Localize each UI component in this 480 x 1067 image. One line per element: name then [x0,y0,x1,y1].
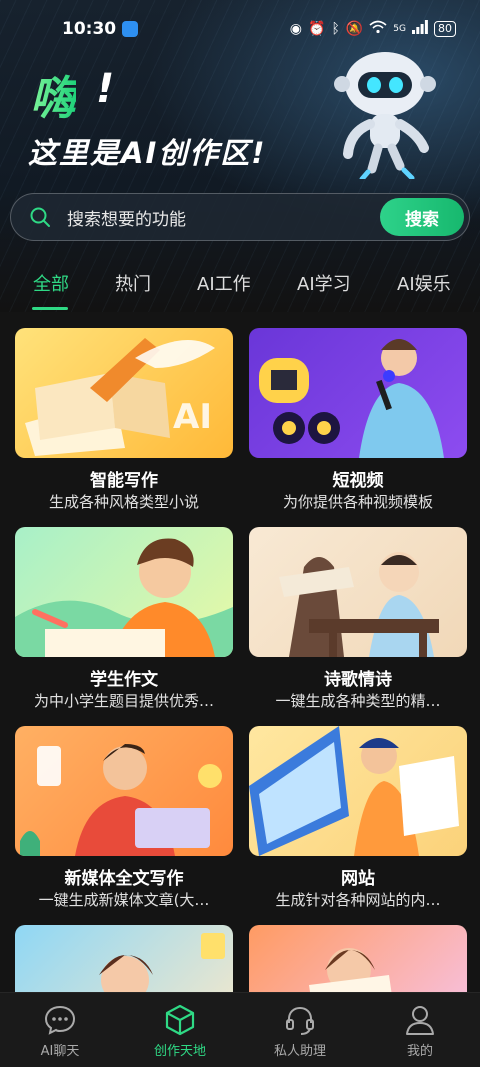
hero-subtitle: 这里是AI创作区! [28,136,267,170]
presenter-illustration [259,339,444,458]
headset-icon [286,1006,314,1035]
robot-mascot-illustration [334,52,436,179]
status-bar: 10:30 ◉ ⏰ ᛒ 🔕 5G 80 [0,0,480,58]
feature-card-student-essay[interactable]: 学生作文 为中小学生题目提供优秀… [15,527,233,713]
nav-assistant[interactable]: 私人助理 [240,993,360,1067]
card-image [15,527,233,657]
search-bar[interactable]: 搜索想要的功能 搜索 [10,193,470,241]
card-title: 学生作文 [90,670,158,690]
card-desc: 生成各种风格类型小说 [48,493,199,511]
nav-ai-chat[interactable]: AI聊天 [0,993,120,1067]
feature-card-new-media[interactable]: 新媒体全文写作 一键生成新媒体文章(大… [15,726,233,912]
wifi-icon [369,20,387,38]
hero-greeting: 嗨 [30,62,76,128]
card-desc: 一键生成各种类型的精… [275,692,441,710]
feature-card-poetry[interactable]: 诗歌情诗 一键生成各种类型的精… [249,527,467,713]
person-icon [406,1006,434,1035]
nav-label: AI聊天 [40,1044,80,1059]
tab-ai-entertainment[interactable]: AI娱乐 [397,270,451,296]
alarm-icon: ⏰ [308,21,326,37]
network-type: 5G [393,24,406,34]
active-tab-indicator [32,307,68,310]
eye-icon: ◉ [289,21,303,37]
search-button[interactable]: 搜索 [380,198,464,236]
bluetooth-icon: ᛒ [331,21,340,37]
status-icons: ◉ ⏰ ᛒ 🔕 5G 80 [290,20,456,38]
card-desc: 为中小学生题目提供优秀… [33,692,214,710]
card-title: 短视频 [332,471,384,491]
card-title: 新媒体全文写作 [64,869,184,889]
card-title: 诗歌情诗 [324,670,392,690]
nav-creation[interactable]: 创作天地 [120,993,240,1067]
card-desc: 为你提供各种视频模板 [282,493,433,511]
student-writing-illustration [15,538,233,657]
screen: 10:30 ◉ ⏰ ᛒ 🔕 5G 80 嗨 ! 这里是AI创作区! 搜索想要的功… [0,0,480,1067]
card-image [15,726,233,856]
tab-ai-work[interactable]: AI工作 [197,270,251,296]
nav-mine[interactable]: 我的 [360,993,480,1067]
hero-greeting-mark: ! [96,66,115,112]
website-illustration [249,726,459,856]
card-desc: 生成针对各种网站的内… [275,891,441,909]
mute-icon: 🔕 [345,21,364,37]
card-title: 智能写作 [90,471,158,491]
signal-icon [412,20,428,38]
card-image [249,328,467,458]
search-icon [30,207,50,227]
tab-ai-study[interactable]: AI学习 [297,270,351,296]
card-image: AI [15,328,233,458]
card-title: 网站 [341,869,375,889]
tab-hot[interactable]: 热门 [115,270,151,296]
feature-card-short-video[interactable]: 短视频 为你提供各种视频模板 [249,328,467,514]
nav-label: 私人助理 [273,1044,326,1059]
nav-label: 我的 [406,1044,433,1059]
card-desc: 一键生成新媒体文章(大… [38,891,210,909]
battery-icon: 80 [434,21,456,37]
status-time: 10:30 [62,19,117,39]
laptop-writer-illustration [20,744,222,856]
chat-bubble-icon [44,1005,76,1035]
card-image [249,726,467,856]
feature-card-smart-writing[interactable]: AI 智能写作 生成各种风格类型小说 [15,328,233,514]
feature-card-website[interactable]: 网站 生成针对各种网站的内… [249,726,467,912]
ancient-scholar-illustration [279,552,439,657]
bottom-navigation: AI聊天 创作天地 私人助理 我的 [0,992,480,1067]
card-image [249,527,467,657]
tab-all[interactable]: 全部 [33,270,69,296]
cube-icon [165,1004,195,1036]
ai-badge-text: AI [173,397,212,437]
search-input[interactable]: 搜索想要的功能 [67,205,380,230]
feature-grid: AI 智能写作 生成各种风格类型小说 短视频 为你提供各种视频模板 学生作文 为… [0,312,480,1055]
notification-app-icon [122,21,139,37]
nav-label: 创作天地 [153,1044,206,1059]
book-pen-illustration: AI [25,338,215,456]
category-tabs: 全部 热门 AI工作 AI学习 AI娱乐 [0,262,480,310]
